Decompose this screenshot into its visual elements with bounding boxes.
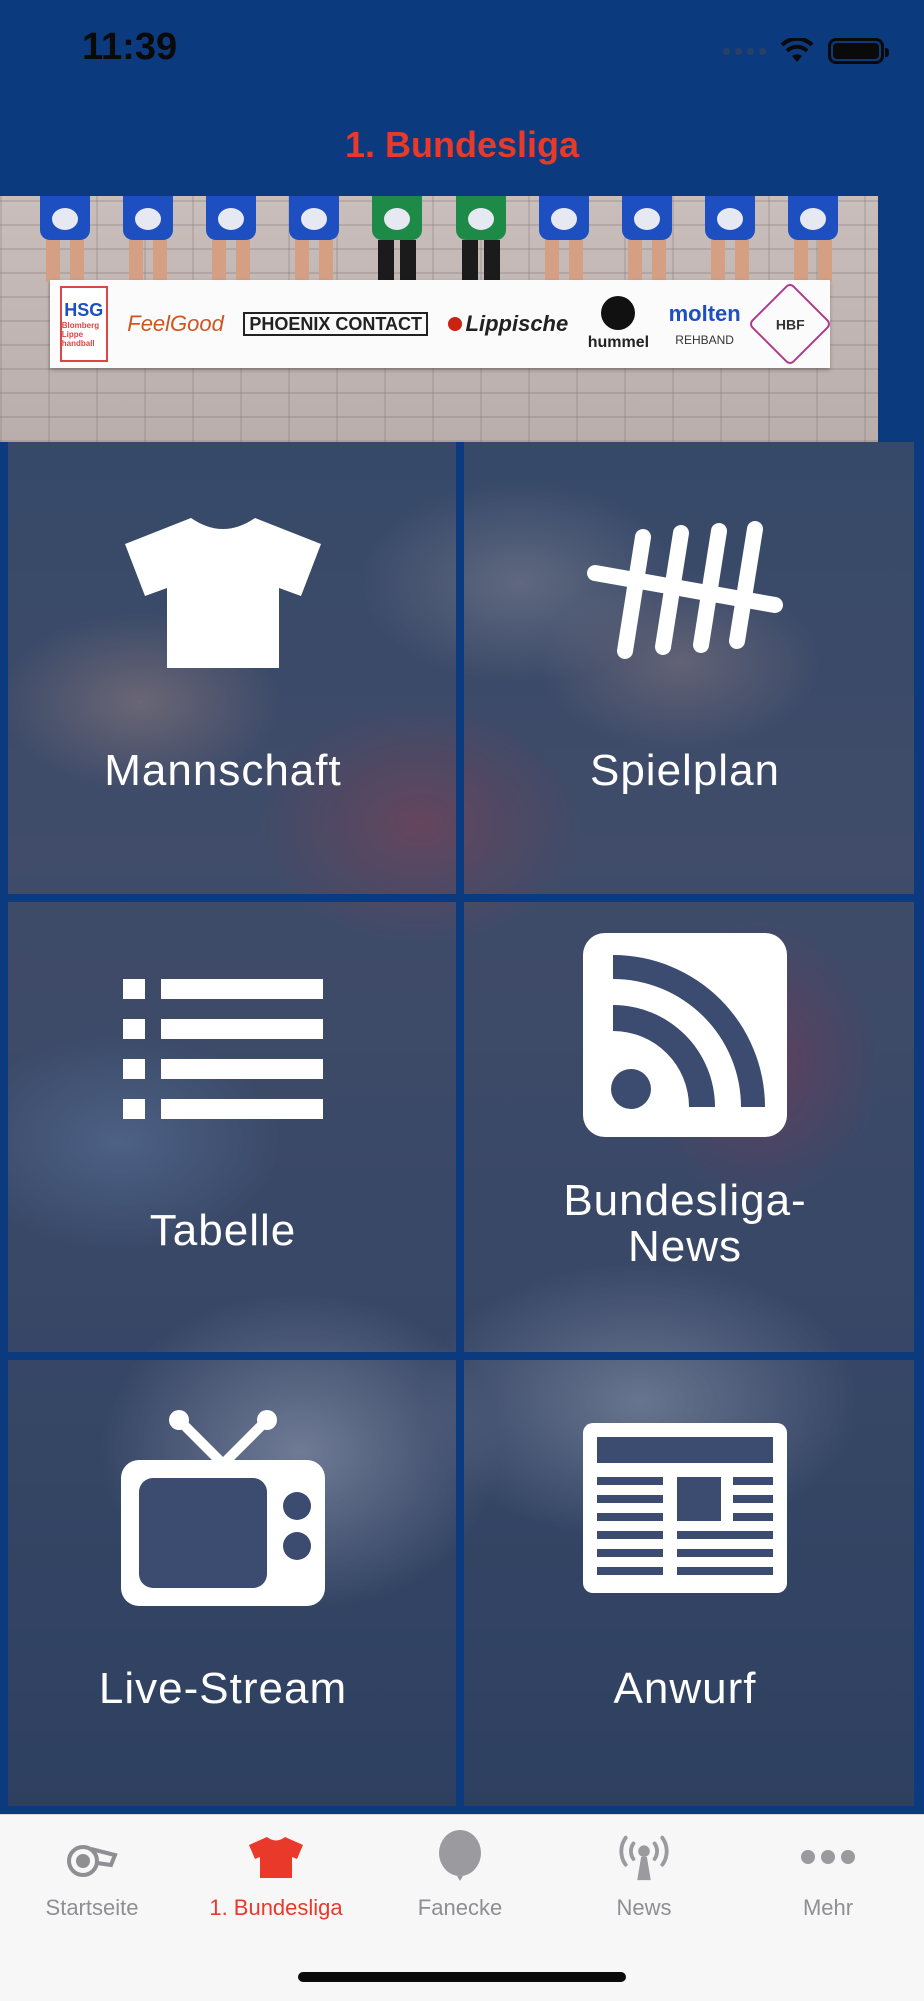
signal-icon	[723, 47, 766, 55]
tab-label: Fanecke	[417, 1895, 503, 1920]
tab-1-bundesliga[interactable]: 1. Bundesliga	[184, 1829, 368, 1939]
tile-label: Mannschaft	[104, 746, 342, 795]
tile-live-stream[interactable]: Live-Stream	[0, 1358, 446, 1804]
list-icon	[123, 979, 323, 1119]
whistle-icon	[67, 1845, 118, 1877]
shirt-icon	[125, 518, 321, 668]
tab-startseite[interactable]: Startseite	[0, 1829, 184, 1939]
tile-label: Tabelle	[149, 1206, 297, 1255]
tab-label: News	[616, 1895, 672, 1920]
team-banner: HSG Blomberg Lippe handball FeelGood PHOE…	[0, 196, 878, 442]
tally-icon	[587, 521, 783, 659]
tab-news[interactable]: News	[552, 1829, 736, 1939]
feelgood-logo: FeelGood	[127, 311, 224, 336]
team-photo	[36, 196, 842, 282]
tile-label: Bundesliga- News	[563, 1176, 807, 1271]
more-icon	[801, 1850, 855, 1864]
tab-label: 1. Bundesliga	[209, 1895, 343, 1920]
tab-label: Startseite	[45, 1895, 139, 1920]
grid-divider	[0, 1806, 924, 1814]
grid-divider	[456, 442, 464, 1814]
tile-label: Live-Stream	[98, 1664, 348, 1713]
tab-label: Mehr	[802, 1895, 854, 1920]
tile-spielplan[interactable]: Spielplan	[462, 442, 908, 888]
lippische-logo: Lippische	[447, 311, 568, 337]
jersey-icon	[249, 1837, 303, 1878]
tile-mannschaft[interactable]: Mannschaft	[0, 442, 446, 888]
newspaper-icon	[583, 1423, 787, 1593]
navigation-bar: 1. Bundesliga	[0, 100, 924, 196]
status-time: 11:39	[82, 26, 178, 68]
status-indicators	[723, 34, 889, 68]
grid-divider	[914, 442, 924, 1814]
home-indicator[interactable]	[298, 1972, 626, 1982]
tile-label: Anwurf	[613, 1664, 757, 1713]
tab-mehr[interactable]: Mehr	[736, 1829, 920, 1939]
balloon-icon	[439, 1830, 481, 1881]
rss-icon	[583, 933, 787, 1137]
status-bar: 11:39	[0, 0, 924, 100]
grid-divider	[0, 1352, 924, 1360]
tile-bundesliga-news[interactable]: Bundesliga- News	[462, 900, 908, 1346]
tab-fanecke[interactable]: Fanecke	[368, 1829, 552, 1939]
grid-divider	[0, 442, 8, 1814]
tile-tabelle[interactable]: Tabelle	[0, 900, 446, 1346]
tv-icon	[121, 1410, 325, 1606]
wifi-icon	[780, 38, 814, 62]
hummel-logo: hummel	[588, 296, 649, 352]
broadcast-icon	[619, 1835, 669, 1881]
menu-grid: Mannschaft Spielplan Tabelle Bundesliga-…	[0, 442, 924, 1814]
sponsor-board: HSG Blomberg Lippe handball FeelGood PHOE…	[50, 280, 833, 368]
hsg-logo: HSG Blomberg Lippe handball	[59, 286, 108, 362]
grid-divider	[0, 894, 924, 902]
battery-icon	[828, 38, 889, 64]
page-title: 1. Bundesliga	[344, 124, 580, 165]
molten-logo: molten REHBAND	[668, 301, 741, 347]
phoenix-contact-logo: PHOENIX CONTACT	[243, 312, 429, 336]
tile-anwurf[interactable]: Anwurf	[462, 1358, 908, 1804]
hbf-logo: HBF	[747, 281, 833, 367]
tile-label: Spielplan	[589, 746, 781, 795]
